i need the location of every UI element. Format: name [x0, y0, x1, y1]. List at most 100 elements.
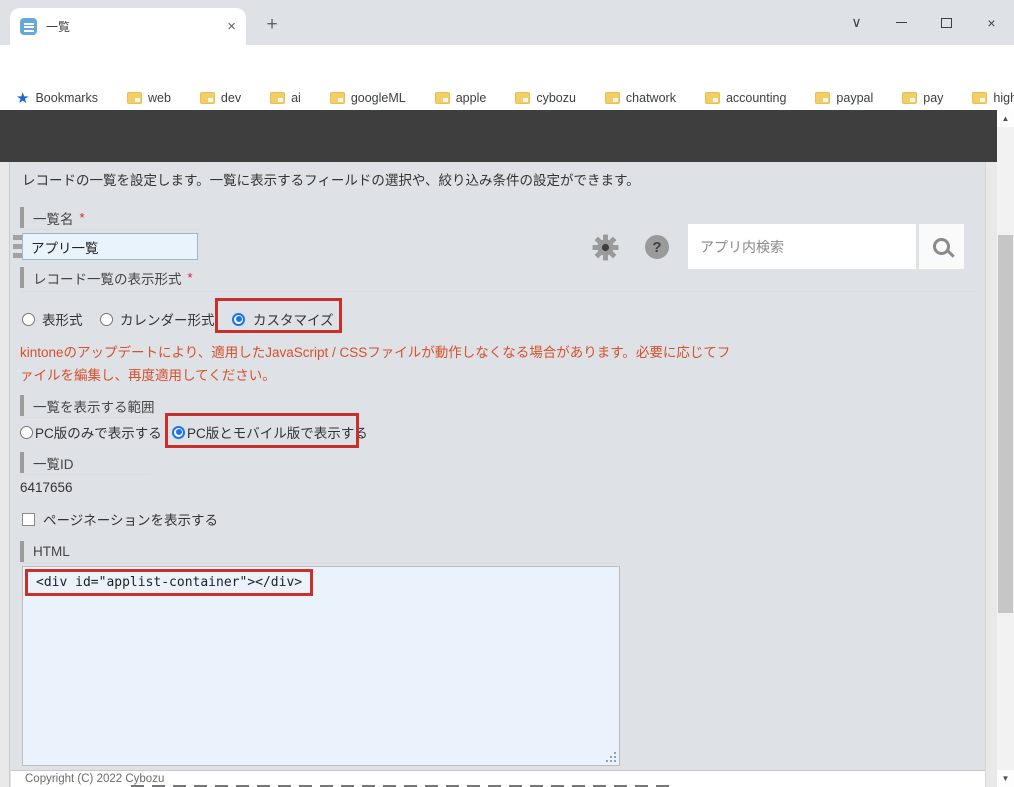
folder-icon	[815, 92, 830, 104]
radio-calendar-format[interactable]: カレンダー形式	[100, 308, 215, 330]
scroll-up-icon[interactable]: ▲	[997, 110, 1014, 127]
label-underline	[20, 474, 150, 475]
pagination-checkbox-row[interactable]: ページネーションを表示する	[22, 508, 218, 530]
label-bar	[20, 541, 24, 562]
folder-icon	[200, 92, 215, 104]
radio-icon[interactable]	[100, 313, 113, 326]
label-bar	[20, 267, 24, 288]
bookmark-folder-chatwork[interactable]: chatwork	[605, 91, 676, 105]
highlight-box-html-code: <div id="applist-container"></div>	[25, 569, 313, 596]
section-underline	[20, 291, 975, 292]
bookmark-folder-dev[interactable]: dev	[200, 91, 241, 105]
tab-close-icon[interactable]: ×	[227, 19, 236, 34]
radio-customize-format[interactable]: カスタマイズ	[232, 308, 334, 330]
bookmark-label: paypal	[836, 91, 873, 105]
window-controls: ∨ ×	[834, 0, 1014, 45]
vertical-scrollbar[interactable]: ▲ ▼	[997, 110, 1014, 787]
label-bar	[20, 395, 24, 416]
bookmark-label: cybozu	[536, 91, 576, 105]
left-gutter	[0, 162, 10, 787]
bookmarks-manager[interactable]: ★ Bookmarks	[16, 89, 98, 107]
radio-pc-and-mobile[interactable]: PC版とモバイル版で表示する	[172, 421, 368, 443]
bookmark-label: googleML	[351, 91, 406, 105]
html-label: HTML	[20, 541, 70, 562]
bookmark-label: chatwork	[626, 91, 676, 105]
textarea-resize-handle[interactable]	[605, 751, 619, 765]
app-search-input[interactable]	[688, 224, 916, 269]
bookmark-folder-accounting[interactable]: accounting	[705, 91, 786, 105]
label-underline	[20, 417, 150, 418]
label-underline	[20, 563, 620, 564]
bookmark-folder-web[interactable]: web	[127, 91, 171, 105]
browser-tab[interactable]: 一覧 ×	[10, 8, 246, 45]
label-underline	[20, 229, 200, 230]
intro-text: レコードの一覧を設定します。一覧に表示するフィールドの選択や、絞り込み条件の設定…	[22, 169, 640, 189]
warning-text-line1: kintoneのアップデートにより、適用したJavaScript / CSSファ…	[20, 341, 730, 361]
kintone-header: ★ ?	[0, 110, 997, 162]
page-footer: Copyright (C) 2022 Cybozu	[11, 770, 985, 787]
blue-star-icon: ★	[16, 89, 29, 107]
help-icon[interactable]: ?	[645, 235, 669, 259]
bookmark-label: pay	[923, 91, 943, 105]
list-name-label: 一覧名 *	[20, 207, 85, 228]
folder-icon	[270, 92, 285, 104]
right-gutter	[985, 162, 997, 787]
radio-icon[interactable]	[22, 313, 35, 326]
radio-selected-icon[interactable]	[172, 426, 185, 439]
folder-icon	[515, 92, 530, 104]
bookmark-folder-highcharts[interactable]: highcharts	[972, 91, 1014, 105]
list-name-input[interactable]	[22, 233, 198, 260]
scroll-down-icon[interactable]: ▼	[997, 770, 1014, 787]
window-minimize-button[interactable]	[879, 0, 924, 45]
bookmark-label: highcharts	[993, 91, 1014, 105]
bookmark-folder-ai[interactable]: ai	[270, 91, 301, 105]
folder-icon	[902, 92, 917, 104]
settings-gear-icon[interactable]	[592, 234, 619, 266]
required-asterisk: *	[188, 270, 193, 285]
html-code-text: <div id="applist-container"></div>	[36, 575, 302, 590]
html-textarea[interactable]: <div id="applist-container"></div>	[22, 566, 620, 766]
bookmark-folder-googleml[interactable]: googleML	[330, 91, 406, 105]
window-maximize-button[interactable]	[924, 0, 969, 45]
browser-toolbar: ← → pandafirm.cybozu.com/k/admin/app/vie…	[0, 45, 1014, 85]
display-scope-label: 一覧を表示する範囲	[20, 395, 155, 416]
checkbox-icon[interactable]	[22, 513, 35, 526]
warning-text-line2: ァイルを編集し、再度適用してください。	[20, 364, 276, 384]
folder-icon	[972, 92, 987, 104]
bookmark-label: web	[148, 91, 171, 105]
browser-window: 一覧 × + ∨ × ← →	[0, 0, 1014, 787]
bookmarks-bar: ★ Bookmarks web dev ai googleML apple cy…	[0, 85, 1014, 110]
copyright-text: Copyright (C) 2022 Cybozu	[25, 773, 164, 785]
tab-title: 一覧	[46, 18, 227, 35]
radio-selected-icon[interactable]	[232, 313, 245, 326]
window-chevron-icon[interactable]: ∨	[834, 0, 879, 45]
radio-pc-only[interactable]: PC版のみで表示する	[20, 421, 162, 443]
folder-icon	[705, 92, 720, 104]
bookmark-label: apple	[456, 91, 487, 105]
bookmark-folder-apple[interactable]: apple	[435, 91, 487, 105]
bookmark-folder-cybozu[interactable]: cybozu	[515, 91, 576, 105]
folder-icon	[605, 92, 620, 104]
folder-icon	[330, 92, 345, 104]
radio-table-format[interactable]: 表形式	[22, 308, 83, 330]
search-button[interactable]	[919, 224, 964, 269]
search-icon	[933, 238, 950, 255]
folder-icon	[435, 92, 450, 104]
required-asterisk: *	[80, 210, 85, 225]
label-bar	[20, 452, 24, 473]
bookmark-label: Bookmarks	[35, 91, 98, 105]
bookmark-folder-pay[interactable]: pay	[902, 91, 943, 105]
new-tab-button[interactable]: +	[258, 11, 286, 39]
kintone-list-favicon-icon	[20, 18, 37, 35]
bookmark-label: ai	[291, 91, 301, 105]
window-close-button[interactable]: ×	[969, 0, 1014, 45]
tab-strip: 一覧 × + ∨ ×	[0, 0, 1014, 45]
list-id-value: 6417656	[20, 480, 73, 495]
scrollbar-thumb[interactable]	[998, 235, 1013, 613]
bookmark-label: dev	[221, 91, 241, 105]
bookmark-label: accounting	[726, 91, 786, 105]
folder-icon	[127, 92, 142, 104]
radio-icon[interactable]	[20, 426, 33, 439]
bookmark-folder-paypal[interactable]: paypal	[815, 91, 873, 105]
label-bar	[20, 207, 24, 228]
